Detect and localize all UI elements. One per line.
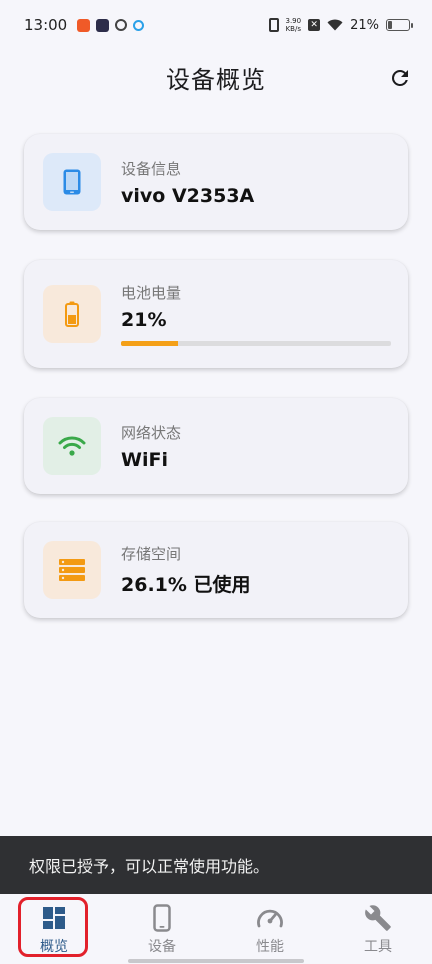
nav-item-overview[interactable]: 概览 bbox=[0, 894, 108, 964]
storage-icon bbox=[59, 559, 85, 581]
battery-progress-bar bbox=[121, 341, 391, 346]
permission-snackbar: 权限已授予，可以正常使用功能。 bbox=[0, 836, 432, 894]
battery-icon-box bbox=[43, 285, 101, 343]
phone-icon bbox=[153, 903, 171, 932]
active-tab-highlight bbox=[18, 897, 88, 957]
notification-app-icon bbox=[133, 19, 145, 31]
card-label: 电池电量 bbox=[121, 284, 182, 302]
vibrate-icon bbox=[268, 18, 279, 32]
page-title: 设备概览 bbox=[166, 65, 266, 94]
bottom-navigation: 概览 设备 性能 工具 bbox=[0, 894, 432, 964]
status-right: 3.90 KB/s ✕ 21% bbox=[268, 17, 413, 33]
battery-icon bbox=[65, 301, 79, 327]
network-speed-value: 3.90 bbox=[285, 17, 302, 25]
nav-label: 工具 bbox=[364, 938, 392, 955]
battery-level-value: 21% bbox=[121, 309, 167, 331]
wifi-icon bbox=[58, 436, 86, 456]
device-model-value: vivo V2353A bbox=[121, 184, 255, 207]
notification-app-icon bbox=[77, 18, 91, 32]
storage-icon-box bbox=[43, 541, 101, 599]
nav-label: 性能 bbox=[256, 938, 284, 955]
speedometer-icon bbox=[257, 909, 283, 927]
notification-app-icon bbox=[96, 18, 110, 32]
network-card[interactable]: 网络状态 WiFi bbox=[24, 398, 408, 494]
home-indicator[interactable] bbox=[128, 959, 304, 963]
wrench-icon bbox=[365, 904, 391, 931]
snackbar-message: 权限已授予，可以正常使用功能。 bbox=[29, 857, 270, 876]
network-speed-unit: KB/s bbox=[285, 25, 301, 33]
battery-card[interactable]: 电池电量 21% bbox=[24, 260, 408, 368]
app-header: 设备概览 bbox=[0, 52, 432, 102]
battery-progress-fill bbox=[121, 341, 178, 346]
nav-item-tools[interactable]: 工具 bbox=[324, 894, 432, 964]
nav-label: 设备 bbox=[148, 938, 176, 955]
wifi-status-icon bbox=[327, 19, 343, 31]
card-label: 设备信息 bbox=[121, 159, 182, 178]
device-info-card[interactable]: 设备信息 vivo V2353A bbox=[24, 134, 408, 230]
network-speed: 3.90 KB/s bbox=[286, 17, 302, 33]
network-status-value: WiFi bbox=[121, 448, 168, 471]
refresh-icon bbox=[392, 70, 408, 86]
sim-off-icon: ✕ bbox=[308, 19, 321, 31]
notification-app-icon bbox=[115, 19, 128, 31]
status-time: 13:00 bbox=[24, 16, 68, 34]
status-bar: 13:00 3.90 KB/s ✕ 21% bbox=[0, 0, 432, 50]
battery-status-fill bbox=[388, 21, 393, 29]
card-label: 存储空间 bbox=[121, 545, 182, 563]
battery-percent: 21% bbox=[350, 17, 379, 33]
battery-status-icon bbox=[386, 19, 413, 31]
network-icon-box bbox=[43, 417, 101, 475]
refresh-button[interactable] bbox=[384, 62, 416, 94]
card-label: 网络状态 bbox=[121, 423, 182, 442]
storage-usage-value: 26.1% 已使用 bbox=[121, 574, 251, 596]
nav-item-performance[interactable]: 性能 bbox=[216, 894, 324, 964]
device-info-icon-box bbox=[43, 153, 101, 211]
phone-icon bbox=[63, 169, 81, 195]
status-left: 13:00 bbox=[24, 16, 145, 34]
nav-item-device[interactable]: 设备 bbox=[108, 894, 216, 964]
storage-card[interactable]: 存储空间 26.1% 已使用 bbox=[24, 522, 408, 618]
